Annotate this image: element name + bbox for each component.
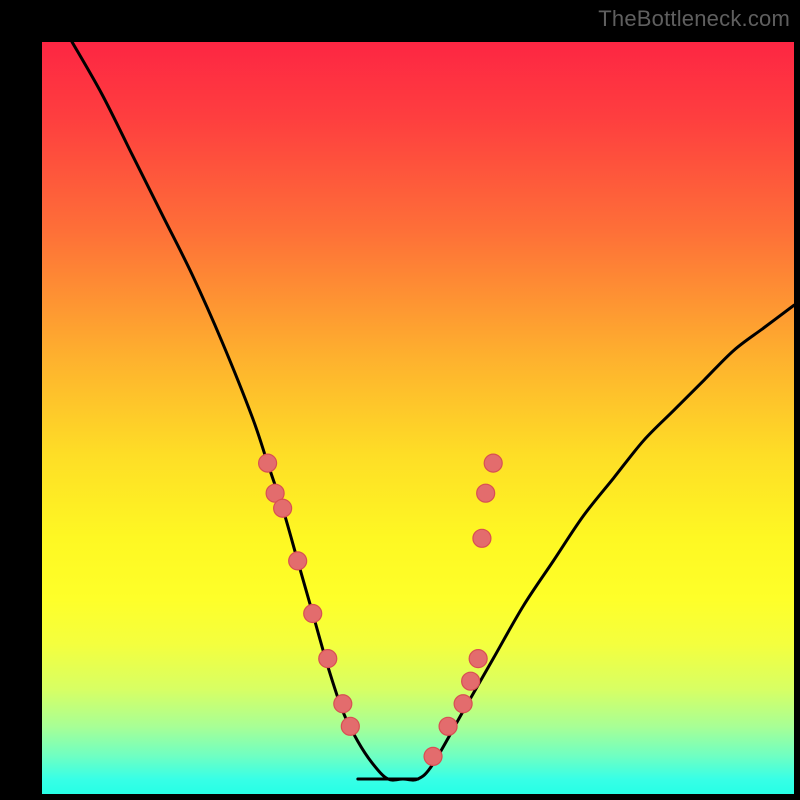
marker-dot (274, 499, 292, 517)
markers-right (424, 454, 502, 765)
plot-area (42, 42, 794, 794)
marker-dot (439, 717, 457, 735)
marker-dot (341, 717, 359, 735)
marker-dot (259, 454, 277, 472)
marker-dot (454, 695, 472, 713)
bottleneck-curve (72, 42, 794, 780)
markers-left (259, 454, 360, 735)
marker-dot (477, 484, 495, 502)
marker-dot (462, 672, 480, 690)
chart-svg (42, 42, 794, 794)
marker-dot (473, 529, 491, 547)
outer-frame: TheBottleneck.com (0, 0, 800, 800)
marker-dot (469, 650, 487, 668)
marker-dot (424, 747, 442, 765)
watermark-text: TheBottleneck.com (598, 6, 790, 32)
marker-dot (334, 695, 352, 713)
marker-dot (319, 650, 337, 668)
marker-dot (304, 605, 322, 623)
marker-dot (484, 454, 502, 472)
marker-dot (289, 552, 307, 570)
